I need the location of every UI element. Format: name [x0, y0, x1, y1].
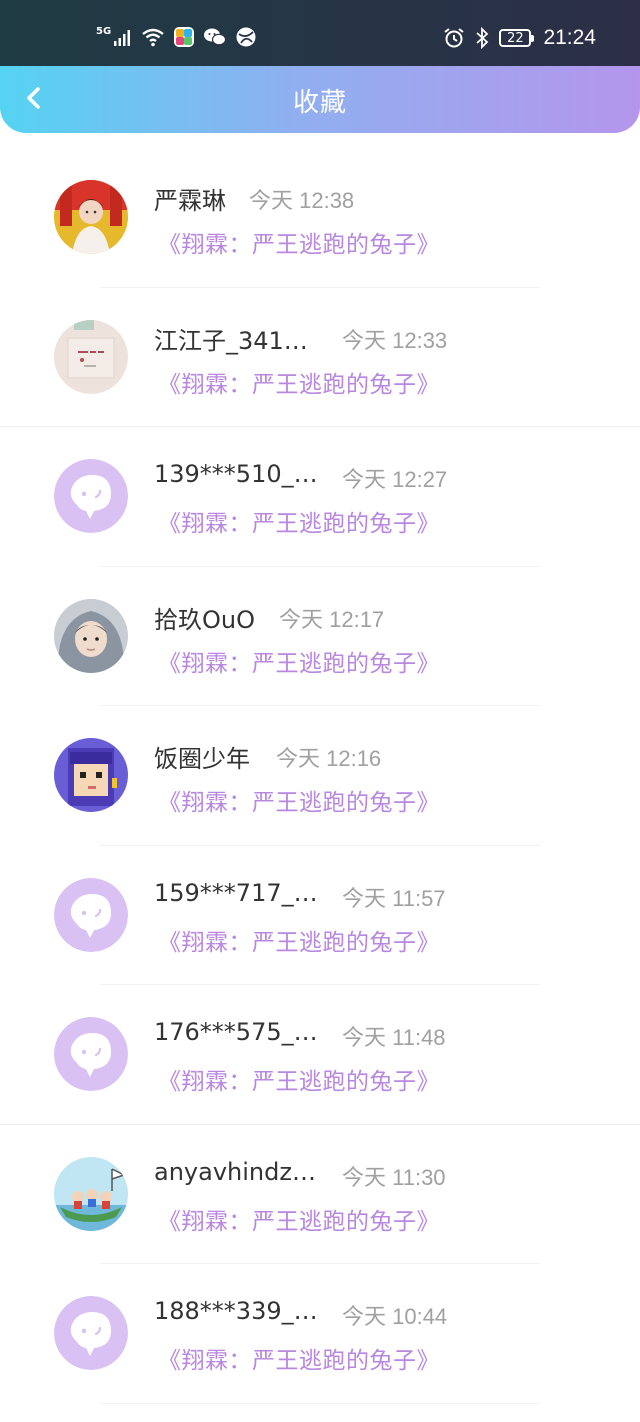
favorite-row[interactable]: 饭圈少年 今天 12:16 《翔霖：严王逃跑的兔子》 [0, 706, 640, 846]
browser-icon [235, 26, 257, 48]
default-avatar [54, 1296, 128, 1370]
timestamp: 今天 12:38 [249, 188, 355, 213]
favorite-row[interactable]: 188***339_… 今天 10:44 《翔霖：严王逃跑的兔子》 [0, 1264, 640, 1404]
username: 176***575_… [154, 1018, 318, 1046]
work-title-link[interactable]: 《翔霖：严王逃跑的兔子》 [158, 504, 440, 538]
favorite-row[interactable]: 江江子_341… 今天 12:33 《翔霖：严王逃跑的兔子》 [0, 288, 640, 427]
bluetooth-icon [475, 27, 489, 49]
status-left-icons: 5G [96, 26, 257, 48]
work-title-link[interactable]: 《翔霖：严王逃跑的兔子》 [158, 644, 440, 678]
timestamp: 今天 11:48 [342, 1025, 446, 1050]
battery-icon: 22 [499, 29, 535, 47]
work-title-link[interactable]: 《翔霖：严王逃跑的兔子》 [158, 365, 440, 399]
page-title: 收藏 [292, 88, 347, 118]
favorite-row[interactable]: 159***717_… 今天 11:57 《翔霖：严王逃跑的兔子》 [0, 846, 640, 985]
avatar [54, 598, 128, 673]
chat-bubble-icon [54, 1296, 128, 1370]
chat-bubble-icon [54, 459, 128, 533]
chat-bubble-icon [54, 877, 128, 952]
default-avatar [54, 1017, 128, 1091]
battery-level: 22 [507, 30, 524, 46]
timestamp: 今天 12:33 [342, 327, 448, 353]
avatar [54, 738, 128, 812]
status-time: 21:24 [543, 26, 596, 49]
app-icon [173, 26, 195, 48]
timestamp: 今天 10:44 [342, 1304, 448, 1329]
work-title-link[interactable]: 《翔霖：严王逃跑的兔子》 [158, 1202, 440, 1236]
avatar [54, 319, 128, 394]
work-title-link[interactable]: 《翔霖：严王逃跑的兔子》 [158, 783, 440, 817]
favorite-row[interactable]: 176***575_… 今天 11:48 《翔霖：严王逃跑的兔子》 [0, 985, 640, 1125]
work-title-link[interactable]: 《翔霖：严王逃跑的兔子》 [158, 1062, 440, 1096]
username: 188***339_… [154, 1297, 318, 1325]
timestamp: 今天 12:17 [279, 606, 385, 632]
signal-icon [113, 27, 133, 47]
username: 139***510_… [154, 460, 318, 488]
wifi-icon [141, 27, 165, 47]
username: 159***717_… [154, 878, 318, 907]
timestamp: 今天 12:27 [342, 467, 448, 492]
username: 江江子_341… [154, 326, 308, 355]
timestamp: 今天 11:30 [342, 1164, 446, 1190]
work-title-link[interactable]: 《翔霖：严王逃跑的兔子》 [158, 1341, 440, 1375]
wechat-icon [203, 27, 227, 47]
favorites-list: 严霖琳 今天 12:38 《翔霖：严王逃跑的兔子》 江江子_341… 今天 12… [0, 148, 640, 1404]
default-avatar [54, 877, 128, 952]
alarm-icon [443, 27, 465, 49]
username: anyavhindz… [154, 1157, 316, 1186]
work-title-link[interactable]: 《翔霖：严王逃跑的兔子》 [158, 225, 440, 259]
app-header: 收藏 [0, 66, 640, 133]
avatar [54, 180, 128, 254]
chat-bubble-icon [54, 1017, 128, 1091]
work-title-link[interactable]: 《翔霖：严王逃跑的兔子》 [158, 923, 440, 957]
timestamp: 今天 11:57 [342, 885, 446, 911]
favorite-row[interactable]: 拾玖OuO 今天 12:17 《翔霖：严王逃跑的兔子》 [0, 567, 640, 706]
favorite-row[interactable]: anyavhindz… 今天 11:30 《翔霖：严王逃跑的兔子》 [0, 1125, 640, 1264]
username: 饭圈少年 [154, 745, 250, 773]
favorite-row[interactable]: 139***510_… 今天 12:27 《翔霖：严王逃跑的兔子》 [0, 427, 640, 567]
default-avatar [54, 459, 128, 533]
username: 严霖琳 [154, 187, 226, 215]
favorite-row[interactable]: 严霖琳 今天 12:38 《翔霖：严王逃跑的兔子》 [0, 148, 640, 288]
status-right-icons: 22 21:24 [443, 26, 596, 50]
timestamp: 今天 12:16 [276, 746, 382, 771]
avatar [54, 1156, 128, 1231]
network-type-label: 5G [96, 25, 112, 37]
username: 拾玖OuO [154, 605, 255, 634]
divider [100, 1402, 540, 1404]
